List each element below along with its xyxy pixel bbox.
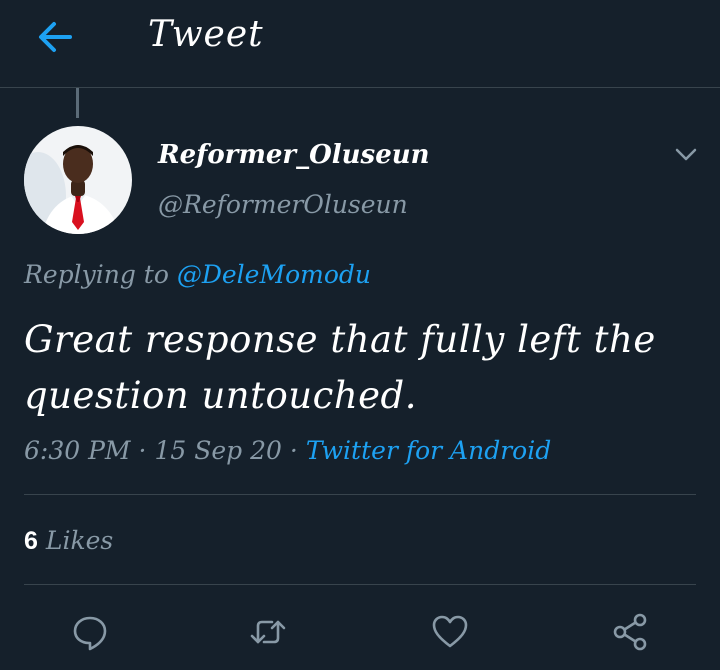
thread-connector (76, 88, 79, 118)
tweet-meta: 6:30 PM · 15 Sep 20 · Twitter for Android (24, 436, 552, 465)
tweet-source-link[interactable]: Twitter for Android (306, 436, 551, 465)
divider (24, 494, 696, 495)
share-icon (613, 613, 647, 651)
page-title: Tweet (148, 14, 264, 55)
tweet-text: Great response that fully left the quest… (24, 318, 656, 417)
likes-label: Likes (45, 526, 114, 555)
more-options-button[interactable] (672, 144, 700, 164)
likes-stat[interactable]: 6 Likes (24, 526, 113, 556)
comment-icon (73, 616, 107, 651)
retweet-button[interactable] (248, 612, 288, 652)
mention-link[interactable]: @DeleMomodu (177, 260, 371, 289)
reply-button[interactable] (70, 612, 110, 652)
author-handle[interactable]: @ReformerOluseun (158, 190, 408, 219)
arrow-left-icon (39, 22, 72, 52)
chevron-down-icon (675, 148, 697, 161)
tweet-date[interactable]: 15 Sep 20 (154, 436, 281, 465)
top-bar: Tweet (0, 0, 720, 88)
likes-count: 6 (24, 527, 38, 555)
avatar[interactable] (24, 126, 132, 234)
avatar-photo (24, 126, 132, 234)
tweet-time[interactable]: 6:30 PM (24, 436, 131, 465)
retweet-icon (250, 620, 286, 644)
replying-prefix: Replying to (24, 260, 169, 289)
replying-to-line: Replying to @DeleMomodu (24, 260, 371, 289)
author-display-name[interactable]: Reformer_Oluseun (158, 140, 430, 170)
like-button[interactable] (430, 612, 470, 652)
divider (24, 584, 696, 585)
back-button[interactable] (36, 20, 76, 54)
share-button[interactable] (610, 612, 650, 652)
heart-icon (432, 615, 468, 648)
